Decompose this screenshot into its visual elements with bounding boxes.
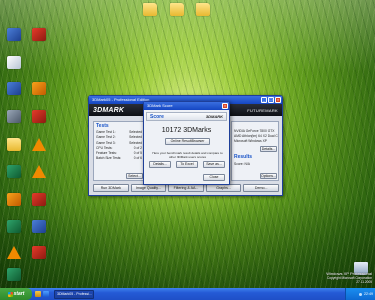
test-row: Batch Size Tests: 0 of 6: [96, 156, 142, 161]
3dmark-logo: 3DMARK: [93, 106, 125, 114]
select-tests-button[interactable]: Select...: [126, 173, 143, 179]
system-cpu-text: AMD Athlon(tm) 64 X2 Dual Core: [234, 134, 278, 138]
image-quality-button[interactable]: Image Quality...: [130, 184, 167, 192]
tests-panel: Tests Game Test 1: Selected Game Test 2: S…: [93, 121, 145, 181]
system-gpu-text: NVIDIA GeForce 7800 GTX: [234, 129, 275, 133]
results-score-text: Score: N/A: [234, 162, 250, 166]
score-info-text: Here your benchmark result details and c…: [152, 151, 223, 159]
folder-icon: [196, 3, 210, 16]
system-tray: 22:49: [345, 288, 375, 300]
desktop-icon[interactable]: [22, 193, 56, 207]
app-icon: [32, 193, 46, 206]
desktop-icon[interactable]: [22, 110, 56, 124]
system-os-text: Microsoft Windows XP: [234, 139, 267, 143]
desktop-icon[interactable]: [0, 56, 31, 70]
online-resultbrowser-button[interactable]: Online ResultBrowser: [165, 138, 210, 145]
minimize-icon[interactable]: _: [261, 97, 267, 103]
vlc-cone-icon: [32, 138, 46, 151]
to-excel-button[interactable]: To Excel: [176, 161, 198, 168]
filtering-aa-button[interactable]: Filtering & AA...: [168, 184, 204, 192]
options-button[interactable]: Options...: [260, 173, 277, 179]
desktop-icon[interactable]: [22, 246, 56, 260]
app-icon: [7, 165, 21, 178]
vlc-cone-icon: [32, 165, 46, 178]
start-label: start: [13, 291, 25, 297]
tray-clock[interactable]: 22:49: [364, 292, 373, 296]
desktop-icon[interactable]: [186, 3, 220, 17]
close-button[interactable]: Close: [203, 174, 225, 181]
demo-button[interactable]: Demo...: [243, 184, 279, 192]
os-date-text: 27.11.2005: [356, 280, 372, 284]
desktop-icon[interactable]: [22, 82, 56, 96]
start-button[interactable]: start: [0, 288, 32, 300]
folder-icon: [170, 3, 184, 16]
close-icon[interactable]: ×: [222, 103, 228, 109]
dialog-window-controls: ×: [222, 102, 229, 110]
quick-launch: [32, 291, 52, 297]
score-dialog-title: 3DMark Score: [147, 103, 173, 108]
windows-flag-icon: [7, 291, 13, 297]
app-icon: [7, 268, 21, 281]
app-icon: [7, 56, 21, 69]
run-3dmark-button[interactable]: Run 3DMark: [93, 184, 129, 192]
app-icon: [32, 246, 46, 259]
app-icon: [7, 193, 21, 206]
app-icon: [32, 110, 46, 123]
app-icon: [32, 82, 46, 95]
vlc-cone-icon: [7, 246, 21, 259]
system-panel: NVIDIA GeForce 7800 GTX AMD Athlon(tm) 6…: [231, 121, 279, 181]
system-details-button[interactable]: Details...: [260, 146, 277, 152]
score-dialog: 3DMark Score × Score 3DMARK 10172 3DMark…: [143, 101, 230, 185]
app-icon: [7, 28, 21, 41]
tray-network-icon[interactable]: [359, 292, 362, 296]
desktop-icon[interactable]: [22, 28, 56, 42]
taskbar-item-3dmark[interactable]: 3DMark05 - Professi...: [54, 289, 94, 299]
score-dialog-titlebar[interactable]: 3DMark Score ×: [144, 102, 229, 110]
taskbar: start 3DMark05 - Professi... 22:49: [0, 288, 375, 300]
results-heading: Results: [234, 154, 253, 160]
3dmark-small-logo: 3DMARK: [205, 114, 223, 119]
maximize-icon[interactable]: □: [268, 97, 274, 103]
quick-launch-browser-icon[interactable]: [43, 291, 49, 297]
tests-heading: Tests: [96, 123, 109, 129]
main-bottom-buttons: Run 3DMark Image Quality... Filtering & …: [93, 184, 279, 193]
app-icon: [7, 110, 21, 123]
app-icon: [7, 220, 21, 233]
save-as-button[interactable]: Save as...: [203, 161, 225, 168]
main-window-title: 3DMark05 - Professional Edition: [92, 97, 150, 102]
os-watermark: Windows XP Professional Copyright Micros…: [326, 272, 372, 285]
folder-icon: [143, 3, 157, 16]
close-icon[interactable]: ×: [275, 97, 281, 103]
desktop-icon[interactable]: [0, 268, 31, 282]
desktop-icon[interactable]: [22, 138, 56, 152]
desktop-icon[interactable]: [22, 165, 56, 179]
score-value: 10172 3DMarks: [161, 127, 212, 134]
app-icon: [32, 28, 46, 41]
app-icon: [32, 220, 46, 233]
score-heading: Score: [150, 113, 164, 120]
quick-launch-folder-icon[interactable]: [35, 291, 41, 297]
window-controls: _ □ ×: [261, 96, 282, 104]
folder-icon: [7, 138, 21, 151]
app-icon: [7, 82, 21, 95]
score-header: Score 3DMARK: [146, 112, 227, 121]
futuremark-logo: FUTUREMARK: [247, 107, 278, 113]
score-details-button[interactable]: Details...: [149, 161, 171, 168]
graphs-button[interactable]: Graphs...: [205, 184, 242, 192]
desktop-icon[interactable]: [22, 220, 56, 234]
tests-list: Game Test 1: Selected Game Test 2: Selecte…: [94, 130, 144, 162]
